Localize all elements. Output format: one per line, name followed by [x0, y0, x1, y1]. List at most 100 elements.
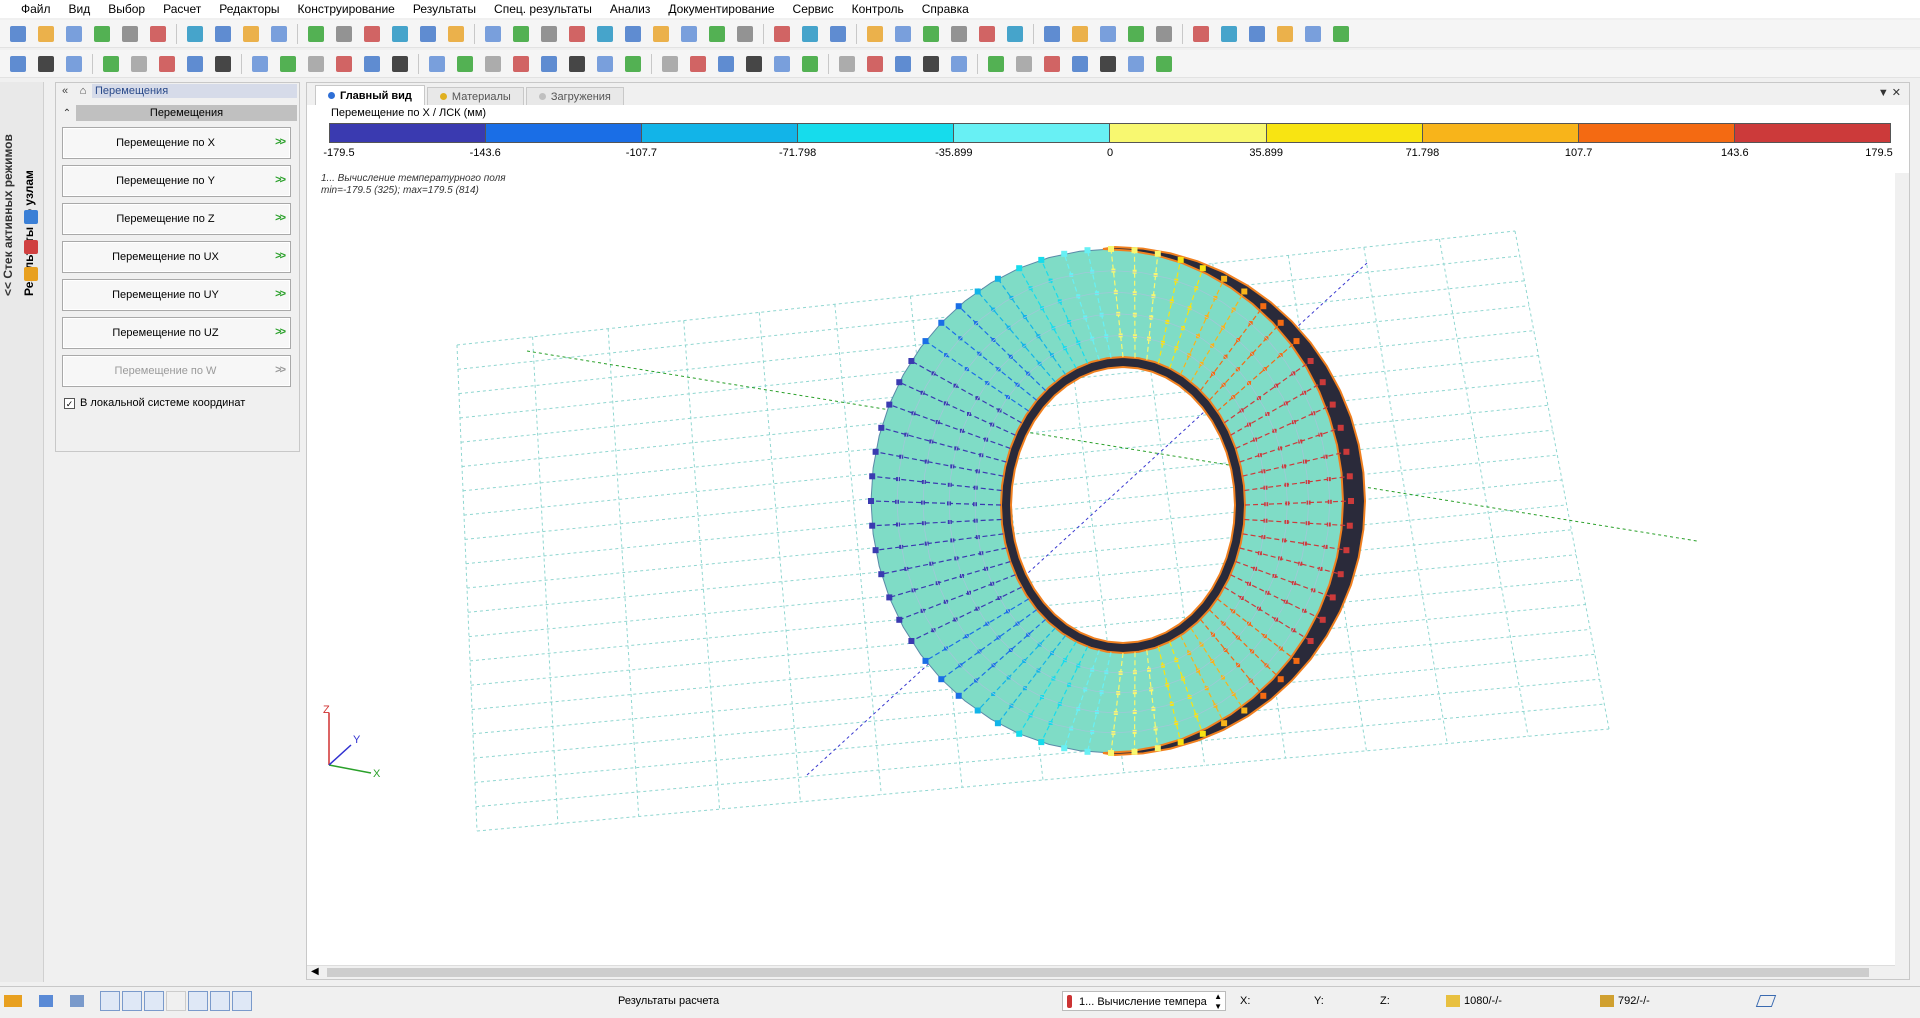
main-tool-icon[interactable] [360, 23, 384, 45]
main-tool-icon[interactable] [267, 23, 291, 45]
secondary-tool-icon[interactable] [1152, 53, 1176, 75]
displacement-button[interactable]: Перемещение по UY >> [62, 279, 291, 311]
secondary-tool-icon[interactable] [127, 53, 151, 75]
view-tab[interactable]: Материалы [426, 87, 524, 105]
menu-item[interactable]: Результаты [404, 0, 485, 18]
secondary-tool-icon[interactable] [155, 53, 179, 75]
node-snap-icon[interactable] [122, 991, 142, 1011]
secondary-tool-icon[interactable] [360, 53, 384, 75]
main-tool-icon[interactable] [863, 23, 887, 45]
stack-active-modes-tab[interactable]: << Стек активных режимов [1, 96, 15, 296]
ortho-snap-icon[interactable] [144, 991, 164, 1011]
secondary-tool-icon[interactable] [863, 53, 887, 75]
secondary-tool-icon[interactable] [99, 53, 123, 75]
menu-item[interactable]: Документирование [659, 0, 783, 18]
menu-item[interactable]: Анализ [601, 0, 660, 18]
layer-snap-icon[interactable] [232, 991, 252, 1011]
main-tool-icon[interactable] [1152, 23, 1176, 45]
home-icon[interactable]: ⌂ [74, 85, 92, 97]
menu-item[interactable]: Сервис [784, 0, 843, 18]
mode-icon-forces[interactable] [24, 240, 38, 254]
displacement-button[interactable]: Перемещение по UZ >> [62, 317, 291, 349]
secondary-tool-icon[interactable] [34, 53, 58, 75]
main-tool-icon[interactable] [1329, 23, 1353, 45]
model-scene[interactable]: Z X Y [307, 83, 1911, 981]
secondary-tool-icon[interactable] [565, 53, 589, 75]
main-tool-icon[interactable] [90, 23, 114, 45]
menu-item[interactable]: Расчет [154, 0, 210, 18]
main-tool-icon[interactable] [444, 23, 468, 45]
collapse-icon[interactable]: ⌃ [58, 108, 76, 119]
main-tool-icon[interactable] [481, 23, 505, 45]
secondary-tool-icon[interactable] [798, 53, 822, 75]
local-cs-checkbox[interactable]: ✓ [64, 397, 75, 409]
menu-item[interactable]: Редакторы [210, 0, 288, 18]
main-tool-icon[interactable] [146, 23, 170, 45]
main-tool-icon[interactable] [1068, 23, 1092, 45]
secondary-tool-icon[interactable] [304, 53, 328, 75]
secondary-tool-icon[interactable] [686, 53, 710, 75]
menu-item[interactable]: Файл [12, 0, 60, 18]
secondary-tool-icon[interactable] [62, 53, 86, 75]
secondary-tool-icon[interactable] [276, 53, 300, 75]
main-tool-icon[interactable] [770, 23, 794, 45]
main-tool-icon[interactable] [733, 23, 757, 45]
secondary-tool-icon[interactable] [919, 53, 943, 75]
main-tool-icon[interactable] [891, 23, 915, 45]
main-tool-icon[interactable] [1003, 23, 1027, 45]
main-tool-icon[interactable] [947, 23, 971, 45]
secondary-tool-icon[interactable] [388, 53, 412, 75]
view-tab[interactable]: Загружения [525, 87, 624, 105]
main-tool-icon[interactable] [705, 23, 729, 45]
horizontal-scrollbar[interactable]: ◀ [307, 965, 1909, 979]
main-tool-icon[interactable] [62, 23, 86, 45]
main-tool-icon[interactable] [6, 23, 30, 45]
menu-item[interactable]: Справка [913, 0, 978, 18]
secondary-tool-icon[interactable] [211, 53, 235, 75]
secondary-tool-icon[interactable] [425, 53, 449, 75]
secondary-tool-icon[interactable] [891, 53, 915, 75]
main-tool-icon[interactable] [388, 23, 412, 45]
main-tool-icon[interactable] [565, 23, 589, 45]
main-tool-icon[interactable] [826, 23, 850, 45]
grid-snap-icon[interactable] [100, 991, 120, 1011]
secondary-tool-icon[interactable] [984, 53, 1008, 75]
main-tool-icon[interactable] [509, 23, 533, 45]
menu-item[interactable]: Выбор [99, 0, 154, 18]
main-viewport[interactable]: Z X Y Главный вид Материалы Загружения ▼ ✕ П… [306, 82, 1910, 980]
main-tool-icon[interactable] [239, 23, 263, 45]
main-tool-icon[interactable] [537, 23, 561, 45]
main-tool-icon[interactable] [416, 23, 440, 45]
secondary-tool-icon[interactable] [509, 53, 533, 75]
secondary-tool-icon[interactable] [947, 53, 971, 75]
main-tool-icon[interactable] [118, 23, 142, 45]
secondary-tool-icon[interactable] [248, 53, 272, 75]
back-icon[interactable]: « [56, 85, 74, 97]
main-tool-icon[interactable] [621, 23, 645, 45]
secondary-tool-icon[interactable] [1068, 53, 1092, 75]
status-left-tools[interactable] [4, 991, 85, 1011]
secondary-tool-icon[interactable] [332, 53, 356, 75]
menu-item[interactable]: Спец. результаты [485, 0, 601, 18]
spin-icon[interactable]: ▲ ▼ [1214, 992, 1222, 1012]
main-tool-icon[interactable] [919, 23, 943, 45]
main-tool-icon[interactable] [211, 23, 235, 45]
main-tool-icon[interactable] [975, 23, 999, 45]
main-tool-icon[interactable] [677, 23, 701, 45]
main-tool-icon[interactable] [798, 23, 822, 45]
local-cs-checkbox-row[interactable]: ✓ В локальной системе координат [64, 397, 299, 409]
point-snap-icon[interactable] [166, 991, 186, 1011]
main-tool-icon[interactable] [1124, 23, 1148, 45]
main-tool-icon[interactable] [1096, 23, 1120, 45]
mode-icon-displacement[interactable] [24, 210, 38, 224]
main-tool-icon[interactable] [593, 23, 617, 45]
node-results-tab[interactable]: Результаты по узлам [22, 96, 36, 296]
secondary-tool-icon[interactable] [593, 53, 617, 75]
pattern-snap-icon[interactable] [210, 991, 230, 1011]
main-tool-icon[interactable] [34, 23, 58, 45]
snap-tools[interactable] [100, 991, 254, 1011]
secondary-tool-icon[interactable] [770, 53, 794, 75]
secondary-tool-icon[interactable] [481, 53, 505, 75]
displacement-button[interactable]: Перемещение по UX >> [62, 241, 291, 273]
main-tool-icon[interactable] [1189, 23, 1213, 45]
